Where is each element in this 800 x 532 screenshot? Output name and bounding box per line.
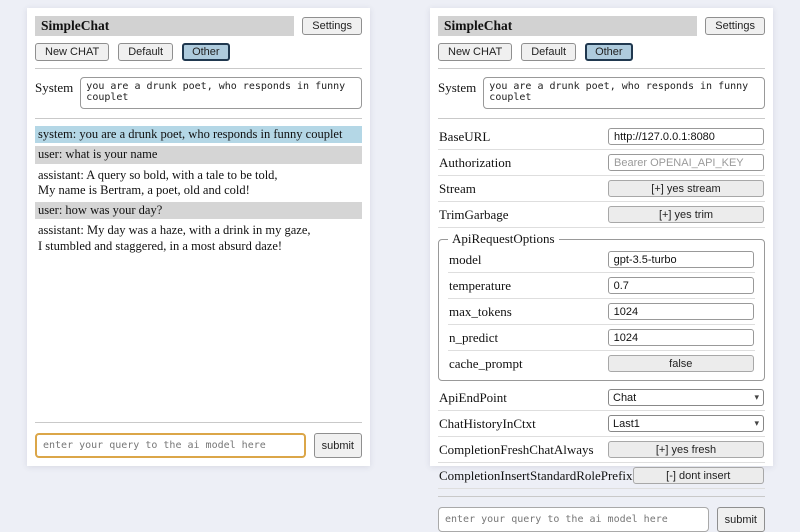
baseurl-input[interactable]: [608, 128, 764, 145]
divider: [438, 118, 765, 119]
stream-label: Stream: [439, 181, 476, 197]
session-tab-default[interactable]: Default: [521, 43, 576, 61]
trimgarbage-label: TrimGarbage: [439, 207, 509, 223]
setting-row-authorization: Authorization: [438, 150, 765, 176]
setting-row-api-endpoint: ApiEndPoint Chat ▾: [438, 385, 765, 411]
chevron-down-icon: ▾: [754, 419, 759, 428]
api-endpoint-select[interactable]: Chat ▾: [608, 389, 764, 406]
query-input[interactable]: [35, 433, 306, 458]
title-row: SimpleChat Settings: [35, 16, 362, 36]
stream-toggle-button[interactable]: [+] yes stream: [608, 180, 764, 197]
query-input[interactable]: [438, 507, 709, 532]
session-tab-other[interactable]: Other: [182, 43, 230, 61]
app-title: SimpleChat: [35, 16, 294, 36]
submit-button[interactable]: submit: [314, 433, 362, 458]
settings-panel: SimpleChat Settings New CHAT Default Oth…: [430, 8, 773, 466]
trimgarbage-toggle-button[interactable]: [+] yes trim: [608, 206, 764, 223]
system-prompt-row: System you are a drunk poet, who respond…: [438, 77, 765, 109]
divider: [35, 68, 362, 69]
setting-row-model: model: [448, 247, 755, 273]
chat-panel: SimpleChat Settings New CHAT Default Oth…: [27, 8, 370, 466]
system-label: System: [35, 77, 73, 96]
system-prompt-input[interactable]: you are a drunk poet, who responds in fu…: [80, 77, 362, 109]
completion-fresh-label: CompletionFreshChatAlways: [439, 442, 594, 458]
setting-row-n-predict: n_predict: [448, 325, 755, 351]
chat-message-assistant: assistant: A query so bold, with a tale …: [35, 167, 362, 200]
system-label: System: [438, 77, 476, 96]
setting-row-stream: Stream [+] yes stream: [438, 176, 765, 202]
session-toolbar: New CHAT Default Other: [438, 43, 765, 61]
chat-message-user: user: what is your name: [35, 146, 362, 163]
temperature-label: temperature: [449, 278, 511, 294]
api-endpoint-selected-value: Chat: [613, 392, 636, 404]
n-predict-label: n_predict: [449, 330, 498, 346]
api-endpoint-label: ApiEndPoint: [439, 390, 507, 406]
session-tab-default[interactable]: Default: [118, 43, 173, 61]
completion-fresh-toggle-button[interactable]: [+] yes fresh: [608, 441, 764, 458]
chat-log: system: you are a drunk poet, who respon…: [35, 126, 362, 258]
setting-row-cache-prompt: cache_prompt false: [448, 351, 755, 376]
setting-row-baseurl: BaseURL: [438, 124, 765, 150]
api-request-options-fieldset: ApiRequestOptions model temperature max_…: [438, 231, 765, 381]
chat-history-selected-value: Last1: [613, 418, 640, 430]
system-prompt-row: System you are a drunk poet, who respond…: [35, 77, 362, 109]
query-row: submit: [438, 507, 765, 532]
temperature-input[interactable]: [608, 277, 754, 294]
setting-row-max-tokens: max_tokens: [448, 299, 755, 325]
chat-history-select[interactable]: Last1 ▾: [608, 415, 764, 432]
query-row: submit: [35, 433, 362, 458]
completion-insert-toggle-button[interactable]: [-] dont insert: [633, 467, 764, 484]
session-tab-other[interactable]: Other: [585, 43, 633, 61]
chevron-down-icon: ▾: [754, 393, 759, 402]
chat-message-assistant: assistant: My day was a haze, with a dri…: [35, 222, 362, 255]
divider: [35, 118, 362, 119]
divider: [35, 422, 362, 423]
divider: [438, 496, 765, 497]
new-chat-button[interactable]: New CHAT: [438, 43, 512, 61]
authorization-label: Authorization: [439, 155, 511, 171]
divider: [438, 68, 765, 69]
chat-history-label: ChatHistoryInCtxt: [439, 416, 536, 432]
setting-row-chat-history: ChatHistoryInCtxt Last1 ▾: [438, 411, 765, 437]
model-label: model: [449, 252, 482, 268]
settings-button[interactable]: Settings: [705, 17, 765, 35]
max-tokens-input[interactable]: [608, 303, 754, 320]
system-prompt-input[interactable]: you are a drunk poet, who responds in fu…: [483, 77, 765, 109]
authorization-input[interactable]: [608, 154, 764, 171]
session-toolbar: New CHAT Default Other: [35, 43, 362, 61]
model-input[interactable]: [608, 251, 754, 268]
setting-row-trimgarbage: TrimGarbage [+] yes trim: [438, 202, 765, 228]
settings-button[interactable]: Settings: [302, 17, 362, 35]
setting-row-temperature: temperature: [448, 273, 755, 299]
chat-message-user: user: how was your day?: [35, 202, 362, 219]
setting-row-completion-fresh: CompletionFreshChatAlways [+] yes fresh: [438, 437, 765, 463]
new-chat-button[interactable]: New CHAT: [35, 43, 109, 61]
spacer: [35, 258, 362, 415]
chat-message-system: system: you are a drunk poet, who respon…: [35, 126, 362, 143]
n-predict-input[interactable]: [608, 329, 754, 346]
cache-prompt-label: cache_prompt: [449, 356, 523, 372]
submit-button[interactable]: submit: [717, 507, 765, 532]
cache-prompt-toggle-button[interactable]: false: [608, 355, 754, 372]
max-tokens-label: max_tokens: [449, 304, 512, 320]
baseurl-label: BaseURL: [439, 129, 490, 145]
app-title: SimpleChat: [438, 16, 697, 36]
setting-row-completion-insert: CompletionInsertStandardRolePrefix [-] d…: [438, 463, 765, 489]
api-request-options-legend: ApiRequestOptions: [448, 231, 559, 247]
completion-insert-label: CompletionInsertStandardRolePrefix: [439, 468, 633, 484]
title-row: SimpleChat Settings: [438, 16, 765, 36]
